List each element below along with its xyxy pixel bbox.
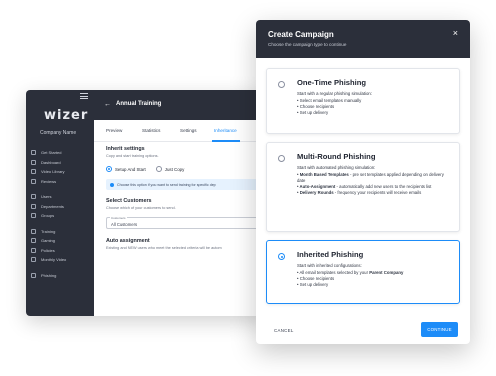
inherit-settings-subtitle: Copy and start training options. <box>106 154 159 158</box>
campaign-option-one-time[interactable]: One-Time Phishing Start with a regular p… <box>266 68 460 134</box>
option-lead: Start with inherited configurations: <box>297 263 362 268</box>
option-bullet: • Delivery Rounds - frequency your recip… <box>297 190 422 196</box>
campaign-option-multi-round[interactable]: Multi-Round Phishing Start with automate… <box>266 142 460 232</box>
option-description: Start with inherited configurations: • A… <box>297 263 451 288</box>
company-name[interactable]: Company Name <box>40 130 76 136</box>
info-banner: Choose this option if you want to send t… <box>106 179 262 190</box>
calendar-icon <box>31 257 36 263</box>
back-arrow-icon[interactable]: ← <box>104 101 111 108</box>
modal-header: Create Campaign Choose the campaign type… <box>256 20 470 58</box>
modal-title: Create Campaign <box>268 30 334 39</box>
sidebar: wizer Company Name Get Started Dashboard… <box>26 90 94 316</box>
sidebar-item-label: Groups <box>41 213 55 219</box>
sidebar-item-label: Gaming <box>41 238 56 244</box>
app-header: ← Annual Training <box>94 90 266 120</box>
sidebar-item-label: Users <box>41 194 52 200</box>
option-bullet: • Set up delivery <box>297 110 329 116</box>
continue-button[interactable]: CONTINUE <box>421 322 458 337</box>
sidebar-item-label: Monthly Video <box>41 257 67 263</box>
tab-bar: Preview Statistics Settings Inheritance <box>94 120 266 142</box>
customers-select[interactable]: Customers All Customers <box>106 215 262 229</box>
sidebar-item-video-library[interactable]: Video Library <box>31 167 91 177</box>
one-time-radio[interactable] <box>278 81 285 88</box>
tab-inheritance[interactable]: Inheritance <box>214 128 237 133</box>
auto-assignment-title: Auto assignment <box>106 238 150 244</box>
sidebar-nav: Get Started Dashboard Video Library Revi… <box>31 148 91 280</box>
sidebar-item-departments[interactable]: Departments <box>31 202 91 212</box>
sidebar-item-gaming[interactable]: Gaming <box>31 236 91 246</box>
sidebar-item-policies[interactable]: Policies <box>31 246 91 256</box>
training-icon <box>31 228 36 234</box>
user-icon <box>31 194 36 200</box>
customers-field-label: Customers <box>110 215 127 220</box>
page-title: Annual Training <box>116 101 162 107</box>
select-customers-subtitle: Choose which of your customers to send. <box>106 206 176 210</box>
reviews-icon <box>31 178 36 184</box>
select-customers-title: Select Customers <box>106 198 152 204</box>
inherit-settings-title: Inherit settings <box>106 146 145 152</box>
wizer-logo: wizer <box>44 108 89 123</box>
departments-icon <box>31 203 36 209</box>
option-lead: Start with automated phishing simulation… <box>297 165 376 170</box>
sidebar-item-label: Video Library <box>41 169 65 175</box>
sidebar-item-label: Departments <box>41 203 64 209</box>
sidebar-item-groups[interactable]: Groups <box>31 211 91 221</box>
option-description: Start with automated phishing simulation… <box>297 165 451 197</box>
option-bullet: • Set up delivery <box>297 282 329 288</box>
sidebar-item-label: Get Started <box>41 150 62 156</box>
just-copy-radio[interactable] <box>155 166 162 172</box>
sidebar-item-training[interactable]: Training <box>31 227 91 237</box>
sidebar-item-reviews[interactable]: Reviews <box>31 177 91 187</box>
sidebar-item-label: Policies <box>41 247 55 253</box>
sidebar-item-label: Phishing <box>41 272 57 278</box>
inherit-options: Setup And Start Just Copy <box>106 166 262 172</box>
sidebar-item-label: Dashboard <box>41 159 61 165</box>
campaign-option-inherited[interactable]: Inherited Phishing Start with inherited … <box>266 240 460 304</box>
setup-and-start-label[interactable]: Setup And Start <box>115 167 146 172</box>
sidebar-item-label: Training <box>41 228 56 234</box>
cancel-button[interactable]: CANCEL <box>274 328 294 333</box>
close-icon[interactable]: × <box>453 28 458 38</box>
tab-settings[interactable]: Settings <box>180 128 197 133</box>
sidebar-item-get-started[interactable]: Get Started <box>31 148 91 158</box>
info-icon <box>110 182 114 187</box>
multi-round-radio[interactable] <box>278 155 285 162</box>
sidebar-item-monthly-video[interactable]: Monthly Video <box>31 255 91 265</box>
option-title: One-Time Phishing <box>297 78 367 87</box>
setup-and-start-radio[interactable] <box>106 166 112 172</box>
tab-preview[interactable]: Preview <box>106 128 122 133</box>
option-bullet: • Month Based Templates - pre set templa… <box>297 171 444 183</box>
groups-icon <box>31 213 36 219</box>
inherited-radio[interactable] <box>278 253 285 260</box>
gaming-icon <box>31 238 36 244</box>
customers-field-value: All Customers <box>111 221 138 227</box>
phishing-icon <box>31 272 36 278</box>
create-campaign-modal: Create Campaign Choose the campaign type… <box>256 20 470 344</box>
sidebar-item-phishing[interactable]: Phishing <box>31 271 91 281</box>
dashboard-icon <box>31 159 36 165</box>
sidebar-item-label: Reviews <box>41 178 57 184</box>
rocket-icon <box>31 150 36 156</box>
hamburger-menu-icon[interactable] <box>80 93 88 99</box>
sidebar-item-users[interactable]: Users <box>31 192 91 202</box>
modal-subtitle: Choose the campaign type to continue <box>268 42 347 47</box>
auto-assignment-subtitle: Existing and NEW users who meet the sele… <box>106 246 222 250</box>
option-title: Multi-Round Phishing <box>297 152 376 161</box>
policies-icon <box>31 247 36 253</box>
active-tab-indicator <box>212 140 240 142</box>
option-lead: Start with a regular phishing simulation… <box>297 91 372 96</box>
inheritance-content: Inherit settings Copy and start training… <box>106 146 262 250</box>
video-icon <box>31 169 36 175</box>
just-copy-label[interactable]: Just Copy <box>165 167 185 172</box>
training-app-window: wizer Company Name Get Started Dashboard… <box>26 90 266 316</box>
info-text: Choose this option if you want to send t… <box>117 182 216 187</box>
option-description: Start with a regular phishing simulation… <box>297 91 451 116</box>
option-title: Inherited Phishing <box>297 250 364 259</box>
sidebar-item-dashboard[interactable]: Dashboard <box>31 158 91 168</box>
tab-statistics[interactable]: Statistics <box>142 128 160 133</box>
